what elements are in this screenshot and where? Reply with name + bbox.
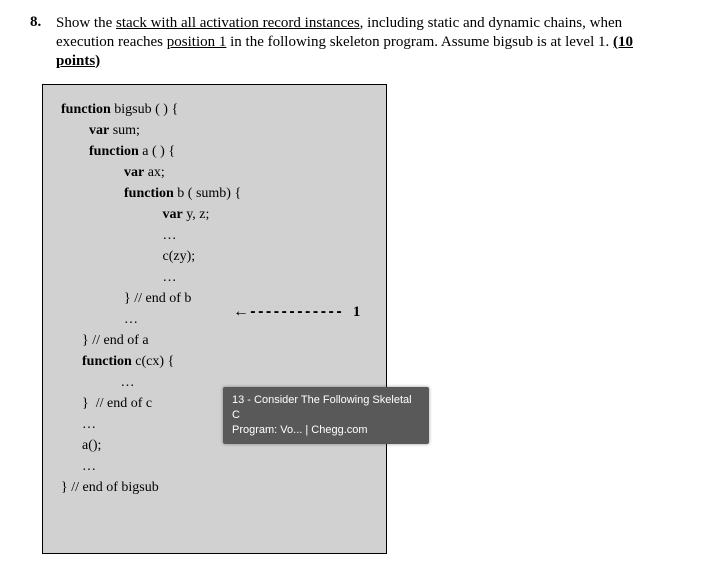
code-line-5: function b ( sumb) {: [61, 183, 372, 204]
code-text: b ( sumb) {: [174, 186, 241, 201]
code-line-3: function a ( ) {: [61, 141, 372, 162]
qtext-u2: position 1: [167, 34, 227, 50]
kw-var: var: [61, 165, 144, 180]
code-text: sum;: [109, 123, 140, 138]
code-line-7: …: [61, 225, 372, 246]
arrow-left-icon: ←: [233, 300, 249, 324]
qtext-mid2: in the following skeleton program. Assum…: [226, 34, 613, 50]
code-line-1: function bigsub ( ) {: [61, 99, 372, 120]
arrow-label: 1: [353, 301, 361, 324]
code-line-19: …: [61, 456, 372, 477]
code-line-12: } // end of a: [61, 330, 372, 351]
code-line-20: } // end of bigsub: [61, 477, 372, 498]
code-line-9: …: [61, 267, 372, 288]
arrow-dashes: ------------: [249, 303, 343, 323]
code-text: a ( ) {: [139, 144, 175, 159]
kw-function: function: [61, 102, 111, 117]
question-row: 8. Show the stack with all activation re…: [30, 14, 671, 70]
code-line-8: c(zy);: [61, 246, 372, 267]
position-1-arrow: ←------------ 1: [233, 300, 360, 324]
page: 8. Show the stack with all activation re…: [0, 0, 701, 583]
browser-tooltip: 13 - Consider The Following Skeletal C P…: [223, 387, 429, 444]
code-line-14: function c(cx) {: [61, 351, 372, 372]
code-text: y, z;: [183, 207, 210, 222]
kw-var: var: [61, 123, 109, 138]
tooltip-line-1: 13 - Consider The Following Skeletal C: [232, 393, 420, 423]
kw-function: function: [61, 144, 139, 159]
kw-function: function: [61, 354, 132, 369]
kw-function: function: [61, 186, 174, 201]
question-text: Show the stack with all activation recor…: [56, 14, 671, 70]
question-number: 8.: [30, 14, 56, 31]
code-line-4: var ax;: [61, 162, 372, 183]
code-text: ax;: [144, 165, 165, 180]
code-box: function bigsub ( ) { var sum; function …: [42, 84, 387, 554]
tooltip-line-2: Program: Vo... | Chegg.com: [232, 423, 420, 438]
qtext-u1: stack with all activation record instanc…: [116, 15, 360, 31]
code-text: bigsub ( ) {: [111, 102, 178, 117]
code-text: c(cx) {: [132, 354, 174, 369]
code-line-6: var y, z;: [61, 204, 372, 225]
code-line-2: var sum;: [61, 120, 372, 141]
qtext-pre: Show the: [56, 15, 116, 31]
kw-var: var: [61, 207, 183, 222]
